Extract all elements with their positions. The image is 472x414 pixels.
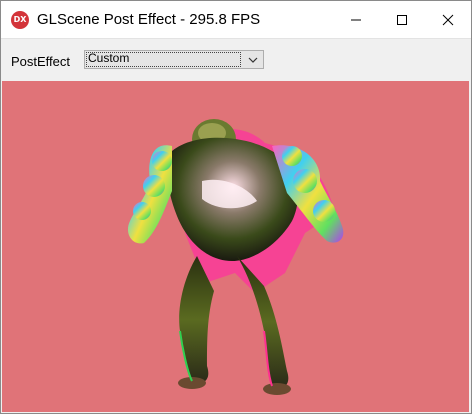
maximize-icon [397, 14, 407, 25]
maximize-button[interactable] [379, 1, 425, 38]
app-icon-text: DX [13, 15, 27, 24]
chevron-down-icon[interactable] [246, 53, 260, 67]
render-viewport[interactable] [2, 81, 469, 412]
post-effect-label: PostEffect [11, 54, 71, 69]
window-controls [333, 1, 471, 38]
title-bar[interactable]: DX GLScene Post Effect - 295.8 FPS [1, 1, 471, 38]
post-effect-select[interactable]: Custom [84, 50, 264, 69]
window-title: GLScene Post Effect - 295.8 FPS [37, 11, 261, 28]
app-window: DX GLScene Post Effect - 295.8 FPS PostE… [0, 0, 472, 414]
minimize-button[interactable] [333, 1, 379, 38]
toolbar: PostEffect Custom [1, 38, 471, 81]
close-button[interactable] [425, 1, 471, 38]
select-value: Custom [88, 51, 130, 65]
close-icon [442, 14, 454, 25]
3d-character-model [127, 119, 344, 395]
app-icon[interactable]: DX [11, 10, 29, 29]
minimize-icon [351, 19, 361, 20]
